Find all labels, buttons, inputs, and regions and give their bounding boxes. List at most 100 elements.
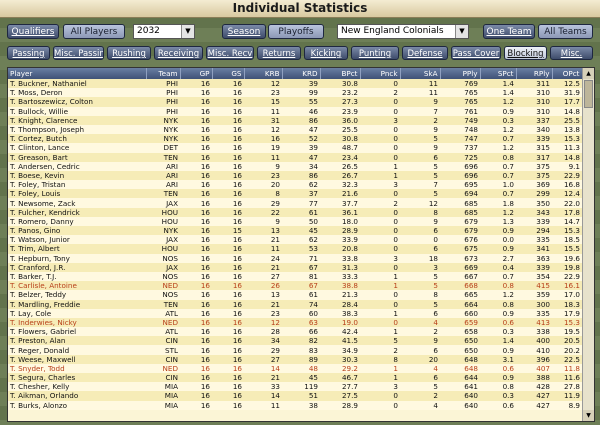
table-row[interactable]: T. Foley, Tristan ARI 16 16 20 62 32.3 3 7 695 1.0… xyxy=(8,180,582,190)
table-row[interactable]: T. Inderwies, Nicky NED 16 16 12 63 19.0 0 4 659 0… xyxy=(8,317,582,328)
column-header[interactable]: OPct xyxy=(552,68,583,79)
table-row[interactable]: T. Mardling, Freddie TEN 16 16 21 74 28.4 0 5 664… xyxy=(8,299,582,309)
table-cell: 294 xyxy=(516,226,552,236)
column-header[interactable]: PPly xyxy=(440,68,481,79)
table-cell: 16 xyxy=(212,373,244,383)
table-row[interactable]: T. Bartoszewicz, Colton PHI 16 16 15 55 27.3 0 9… xyxy=(8,97,582,107)
table-row[interactable]: T. Andersen, Cedric ARI 16 16 9 34 26.5 1 5 696 0.… xyxy=(8,161,582,171)
tab-defense[interactable]: Defense xyxy=(402,46,448,60)
table-row[interactable]: T. Flowers, Gabriel ATL 16 16 28 66 42.4 1 2 658 0… xyxy=(8,327,582,337)
tab-receiving[interactable]: Receiving xyxy=(154,46,203,60)
table-row[interactable]: T. Belzer, Teddy NOS 16 16 13 61 21.3 0 8 665 1.2 3… xyxy=(8,290,582,300)
table-row[interactable]: T. Romero, Danny HOU 16 16 9 50 18.0 0 9 679 1.3 33… xyxy=(8,216,582,226)
table-row[interactable]: T. Greason, Bart TEN 16 16 11 47 23.4 0 6 725 0.8 3… xyxy=(8,152,582,162)
table-row[interactable]: T. Foley, Louis TEN 16 16 8 37 21.6 0 5 694 0.7 299… xyxy=(8,189,582,199)
table-row[interactable]: T. Reger, Donald STL 16 16 29 83 34.9 2 6 650 0.9 4… xyxy=(8,345,582,355)
table-row[interactable]: T. Fulcher, Kendrick HOU 16 16 22 61 36.1 0 8 685… xyxy=(8,207,582,217)
column-header[interactable]: SkA xyxy=(400,68,441,79)
table-row[interactable]: T. Aikman, Orlando MIA 16 16 14 51 27.5 0 2 640 0.… xyxy=(8,391,582,401)
all-teams-button[interactable]: All Teams xyxy=(538,24,593,39)
table-row[interactable]: T. Watson, Junior JAX 16 16 21 62 33.9 0 0 676 0.0… xyxy=(8,235,582,245)
table-row[interactable]: T. Trim, Albert HOU 16 16 11 53 20.8 0 6 675 0.9 34… xyxy=(8,244,582,254)
vertical-scrollbar[interactable]: ▲ ▼ xyxy=(582,68,594,421)
column-header[interactable]: GS xyxy=(212,68,245,79)
table-cell: ATL xyxy=(146,327,180,337)
table-row[interactable]: T. Boese, Kevin ARI 16 16 23 86 26.7 1 5 696 0.7 37… xyxy=(8,170,582,181)
table-cell: 27.5 xyxy=(320,391,360,401)
table-cell: 36.0 xyxy=(320,115,360,125)
table-cell: 41.5 xyxy=(320,336,360,346)
season-button[interactable]: Season xyxy=(222,24,266,39)
table-row[interactable]: T. Cortez, Butch NYK 16 16 16 52 30.8 0 5 747 0.7 3… xyxy=(8,134,582,144)
scrollbar-thumb[interactable] xyxy=(584,80,593,108)
scroll-down-icon[interactable]: ▼ xyxy=(583,410,594,421)
table-cell: 765 xyxy=(440,88,480,98)
table-cell: 0.9 xyxy=(480,373,516,383)
table-row[interactable]: T. Thompson, Joseph NYK 16 16 12 47 25.5 0 9 748 1… xyxy=(8,124,582,135)
table-row[interactable]: T. Buckner, Nathaniel PHI 16 16 12 39 30.8 0 11 7… xyxy=(8,79,582,89)
tab-pass-cover[interactable]: Pass Cover xyxy=(451,46,501,60)
column-header[interactable]: KRD xyxy=(282,68,321,79)
column-header[interactable]: SPct xyxy=(480,68,517,79)
all-players-button[interactable]: All Players xyxy=(63,24,125,39)
table-row[interactable]: T. Bullock, Willie PHI 16 16 11 46 23.9 0 7 761 0.… xyxy=(8,106,582,116)
column-header[interactable]: RPly xyxy=(516,68,553,79)
chevron-down-icon[interactable]: ▼ xyxy=(455,25,468,38)
table-cell: 648 xyxy=(440,363,480,373)
tab-passing[interactable]: Passing xyxy=(7,46,50,60)
qualifiers-button[interactable]: Qualifiers xyxy=(7,24,59,39)
column-header[interactable]: Player xyxy=(8,68,147,79)
table-cell: 86 xyxy=(282,170,320,181)
table-cell: 16 xyxy=(180,382,212,392)
table-cell: 12 xyxy=(244,124,282,135)
table-cell: T. Cortez, Butch xyxy=(8,134,146,144)
table-row[interactable]: T. Hepburn, Tony NOS 16 16 24 71 33.8 3 18 673 2.7… xyxy=(8,253,582,263)
chevron-down-icon[interactable]: ▼ xyxy=(181,25,194,38)
tab-kicking[interactable]: Kicking xyxy=(304,46,348,60)
table-row[interactable]: T. Lay, Cole ATL 16 16 23 60 38.3 1 6 660 0.9 335 17… xyxy=(8,308,582,318)
window-title: Individual Statistics xyxy=(0,0,600,18)
tab-blocking[interactable]: Blocking xyxy=(504,46,547,60)
table-cell: 16 xyxy=(212,143,244,153)
table-row[interactable]: T. Preston, Alan CIN 16 16 34 82 41.5 5 9 650 1.4 4… xyxy=(8,336,582,346)
table-row[interactable]: T. Knight, Clarence NYK 16 16 31 86 36.0 3 2 749 0… xyxy=(8,115,582,125)
table-row[interactable]: T. Carlisle, Antoine NED 16 16 26 67 38.8 1 5 668… xyxy=(8,281,582,291)
table-row[interactable]: T. Panos, Gino NYK 16 15 13 45 28.9 0 6 679 0.9 294… xyxy=(8,226,582,236)
column-header[interactable]: BPct xyxy=(320,68,361,79)
column-header[interactable]: KRB xyxy=(244,68,283,79)
table-cell: 16 xyxy=(212,363,244,373)
table-row[interactable]: T. Moss, Deron PHI 16 16 23 99 23.2 2 11 765 1.4 31… xyxy=(8,88,582,98)
column-header[interactable]: GP xyxy=(180,68,213,79)
table-cell: 685 xyxy=(440,207,480,217)
tab-misc-passing[interactable]: Misc. Passing xyxy=(53,46,104,60)
table-cell: 34 xyxy=(282,161,320,171)
scroll-up-icon[interactable]: ▲ xyxy=(583,68,594,79)
table-cell: 0 xyxy=(360,400,400,410)
playoffs-button[interactable]: Playoffs xyxy=(268,24,324,39)
tab-misc[interactable]: Misc. xyxy=(550,46,593,60)
table-row[interactable]: T. Newsome, Zack JAX 16 16 29 77 37.7 2 12 685 1.8… xyxy=(8,198,582,208)
table-cell: 6 xyxy=(400,226,440,236)
table-row[interactable]: T. Burks, Alonzo MIA 16 16 11 38 28.9 0 4 640 0.6 4… xyxy=(8,400,582,410)
column-header[interactable]: Team xyxy=(146,68,181,79)
table-row[interactable]: T. Cranford, J.R. JAX 16 16 21 67 31.3 0 3 669 0.4… xyxy=(8,262,582,272)
table-cell: 3 xyxy=(360,180,400,190)
table-cell: 16 xyxy=(180,345,212,355)
tab-rushing[interactable]: Rushing xyxy=(107,46,151,60)
table-row[interactable]: T. Snyder, Todd NED 16 16 14 48 29.2 1 4 648 0.6 40… xyxy=(8,363,582,373)
tab-returns[interactable]: Returns xyxy=(257,46,301,60)
table-row[interactable]: T. Weese, Maxwell CIN 16 16 27 89 30.3 8 20 648 3.… xyxy=(8,354,582,364)
table-cell: 23 xyxy=(244,308,282,318)
table-row[interactable]: T. Chesher, Kelly MIA 16 16 33 119 27.7 3 5 641 0.… xyxy=(8,382,582,392)
table-cell: 33 xyxy=(244,382,282,392)
year-select[interactable]: 2032 ▼ xyxy=(133,24,195,39)
table-row[interactable]: T. Barker, T.J. NOS 16 16 27 81 33.3 1 5 667 0.7 35… xyxy=(8,271,582,282)
table-row[interactable]: T. Segura, Charles CIN 16 16 21 45 46.7 1 6 644 0.… xyxy=(8,373,582,383)
tab-punting[interactable]: Punting xyxy=(351,46,399,60)
one-team-button[interactable]: One Team xyxy=(483,24,535,39)
tab-misc-recv[interactable]: Misc. Recv xyxy=(206,46,254,60)
team-select[interactable]: New England Colonials ▼ xyxy=(337,24,469,39)
table-row[interactable]: T. Clinton, Lance DET 16 16 19 39 48.7 0 9 737 1.2… xyxy=(8,143,582,153)
column-header[interactable]: Pnck xyxy=(360,68,401,79)
table-cell: 38.8 xyxy=(320,281,360,291)
